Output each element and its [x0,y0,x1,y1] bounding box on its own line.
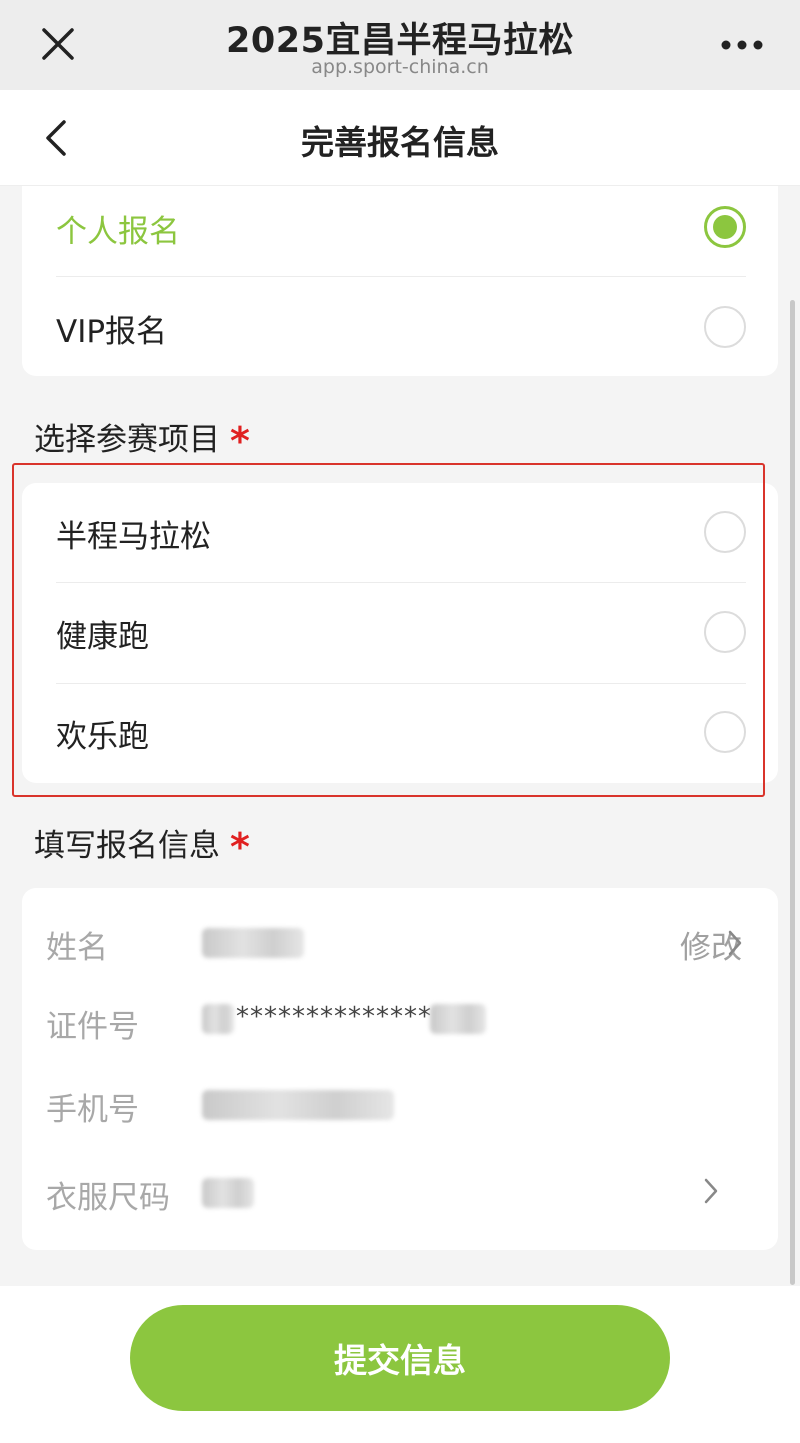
id-value-masked: ************** [236,1002,432,1032]
section-label: 填写报名信息 [34,828,220,864]
section-label: 选择参赛项目 [34,422,220,458]
nav-bar: 完善报名信息 [0,90,800,186]
divider [56,276,746,277]
name-label: 姓名 [46,930,108,966]
size-value-blurred [202,1178,254,1208]
scrollbar[interactable] [790,300,795,1285]
browser-bar: 2025宜昌半程马拉松 app.sport-china.cn [0,0,800,90]
size-label: 衣服尺码 [46,1180,170,1216]
info-card: 姓名 修改 证件号 ************** 手机号 衣服尺码 [22,888,778,1250]
events-section-title: 选择参赛项目 * [34,414,250,463]
id-prefix-blurred [202,1004,234,1034]
option-vip[interactable]: VIP报名 [56,278,746,378]
phone-label: 手机号 [46,1092,139,1128]
required-mark: * [230,825,250,869]
chevron-right-icon[interactable] [702,1176,720,1206]
browser-url: app.sport-china.cn [311,56,489,78]
option-label: 个人报名 [56,214,180,250]
name-value-blurred [202,928,304,958]
phone-value-blurred [202,1090,394,1120]
option-individual[interactable]: 个人报名 [56,178,746,278]
page-title: 完善报名信息 [301,123,499,162]
radio-icon[interactable] [704,306,746,348]
highlight-annotation [12,463,765,797]
id-suffix-blurred [430,1004,486,1034]
radio-selected-icon[interactable] [704,206,746,248]
more-icon[interactable] [718,30,766,60]
submit-button[interactable]: 提交信息 [130,1305,670,1411]
registration-type-card: 个人报名 VIP报名 [22,186,778,376]
id-label: 证件号 [46,1009,139,1045]
option-label: VIP报名 [56,314,168,350]
chevron-right-icon[interactable] [726,928,744,958]
info-section-title: 填写报名信息 * [34,820,250,869]
required-mark: * [230,419,250,463]
